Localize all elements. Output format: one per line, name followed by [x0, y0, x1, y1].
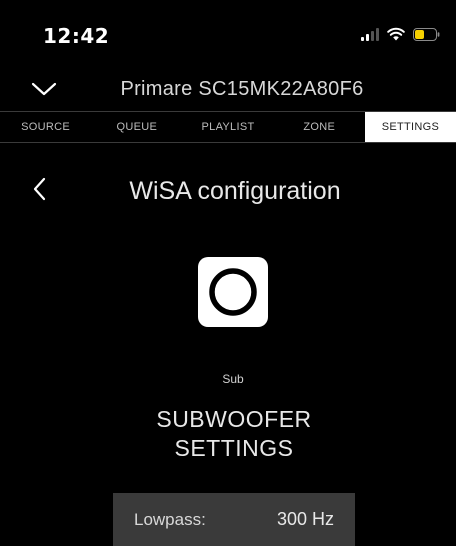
top-bar: Primare SC15MK22A80F6 — [0, 72, 456, 108]
section-title-line1: SUBWOOFER — [156, 406, 312, 432]
subwoofer-icon — [198, 257, 268, 327]
page-title: WiSA configuration — [129, 177, 341, 205]
speaker-label: Sub — [222, 372, 244, 386]
section-title: SUBWOOFER SETTINGS — [0, 405, 456, 463]
tab-bar: SOURCE QUEUE PLAYLIST ZONE SETTINGS — [0, 111, 456, 143]
lowpass-label: Lowpass: — [134, 510, 206, 529]
lowpass-value: 300 Hz — [276, 509, 334, 529]
tab-playlist[interactable]: PLAYLIST — [182, 112, 273, 142]
status-time: 12:42 — [43, 24, 110, 48]
status-icons — [361, 27, 440, 41]
wifi-icon — [387, 27, 405, 41]
device-name: Primare SC15MK22A80F6 — [120, 78, 364, 100]
section-title-line2: SETTINGS — [174, 435, 294, 461]
tab-zone[interactable]: ZONE — [274, 112, 365, 142]
cellular-signal-icon — [361, 27, 379, 41]
battery-icon — [413, 27, 440, 41]
tab-queue[interactable]: QUEUE — [91, 112, 182, 142]
tab-settings[interactable]: SETTINGS — [364, 112, 456, 142]
tab-source[interactable]: SOURCE — [0, 112, 91, 142]
lowpass-setting[interactable]: Lowpass: 300 Hz — [113, 493, 355, 546]
status-bar: 12:42 — [0, 0, 456, 64]
